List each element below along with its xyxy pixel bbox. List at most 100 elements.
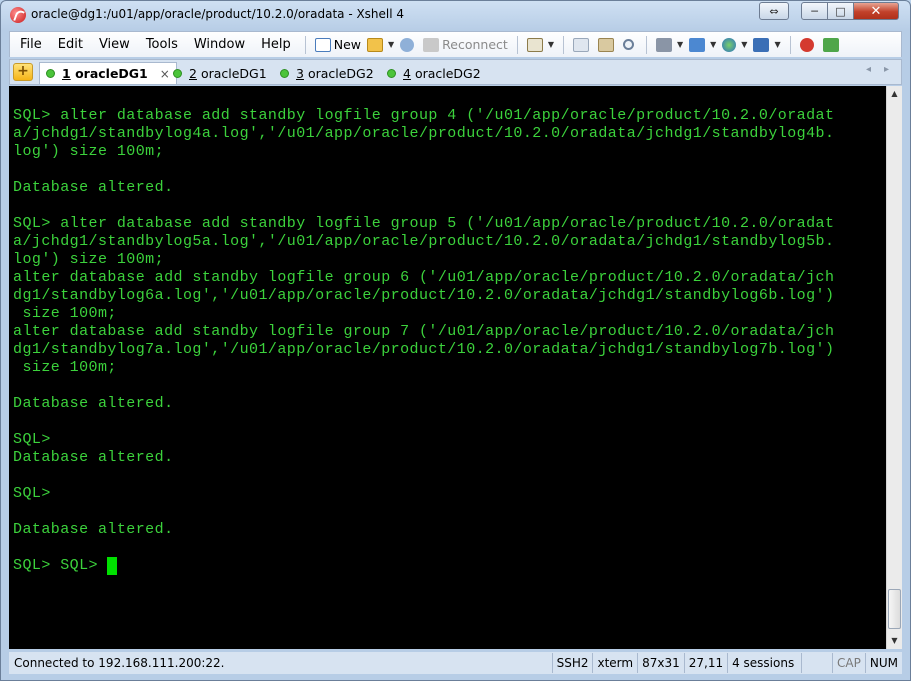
open-folder-button[interactable]: ▼ [364, 34, 397, 56]
terminal-line: dg1/standbylog6a.log','/u01/app/oracle/p… [13, 287, 835, 304]
menu-help[interactable]: Help [253, 33, 299, 57]
terminal-line: SQL> alter database add standby logfile … [13, 107, 835, 124]
scrollbar-thumb[interactable] [888, 589, 901, 629]
xftp-icon [822, 37, 839, 52]
terminal-line: size 100m; [13, 359, 117, 376]
search-icon [622, 39, 634, 50]
terminal-line: Database altered. [13, 179, 174, 196]
font-button[interactable]: ▼ [750, 34, 783, 56]
chevron-down-icon[interactable]: ▼ [774, 40, 780, 49]
tab-scroll-left-icon[interactable]: ◂ [866, 64, 871, 75]
terminal-scrollbar[interactable]: ▲ ▼ [886, 86, 902, 649]
tab-session-1[interactable]: 1 oracleDG1 × [39, 62, 177, 84]
chevron-down-icon[interactable]: ▼ [710, 40, 716, 49]
tab-label: oracleDG1 [200, 65, 267, 81]
tab-scroll-right-icon[interactable]: ▸ [884, 64, 889, 75]
copy-button[interactable] [570, 34, 595, 56]
chevron-down-icon[interactable]: ▼ [677, 40, 683, 49]
folder-icon [367, 37, 384, 52]
add-session-button[interactable]: + [13, 63, 33, 81]
chevron-down-icon[interactable]: ▼ [388, 40, 394, 49]
xftp-button[interactable] [820, 34, 845, 56]
close-button[interactable]: ✕ [853, 2, 899, 20]
tab-number: 2 [189, 65, 197, 81]
printer-icon [655, 37, 672, 52]
link-button[interactable] [397, 34, 420, 56]
paste-icon [597, 37, 614, 52]
xshell-window: oracle@dg1:/u01/app/oracle/product/10.2.… [0, 0, 911, 681]
menu-edit[interactable]: Edit [50, 33, 91, 57]
reconnect-button[interactable]: Reconnect [420, 34, 511, 56]
terminal-line: dg1/standbylog7a.log','/u01/app/oracle/p… [13, 341, 835, 358]
connected-status-icon [280, 68, 289, 78]
new-session-button[interactable]: New [312, 34, 364, 56]
transfer-button[interactable]: ▼ [686, 34, 719, 56]
status-arrows [801, 653, 832, 673]
scroll-down-icon[interactable]: ▼ [887, 633, 902, 649]
font-icon [753, 37, 770, 52]
tab-session-2[interactable]: 2 oracleDG1 [167, 62, 273, 84]
reconnect-icon [423, 37, 440, 52]
tab-session-4[interactable]: 4 oracleDG2 [381, 62, 487, 84]
terminal-line: size 100m; [13, 305, 117, 322]
xshell-logo-icon [799, 37, 814, 52]
toolbar-separator [789, 35, 791, 54]
status-connection: Connected to 192.168.111.200:22. [14, 656, 225, 670]
menu-tools[interactable]: Tools [138, 33, 186, 57]
window-title: oracle@dg1:/u01/app/oracle/product/10.2.… [31, 7, 405, 21]
toolbar-separator [304, 35, 306, 54]
terminal-line: Database altered. [13, 521, 174, 538]
tab-label: oracleDG1 [75, 66, 148, 81]
prompt-text: SQL> SQL> [13, 557, 108, 574]
tab-number: 3 [296, 65, 304, 81]
terminal-line: alter database add standby logfile group… [13, 323, 835, 340]
transfer-icon [689, 37, 706, 52]
scroll-up-icon[interactable]: ▲ [887, 86, 902, 102]
chevron-down-icon[interactable]: ▼ [548, 40, 554, 49]
terminal-line: SQL> alter database add standby logfile … [13, 215, 835, 232]
tab-label: oracleDG2 [414, 65, 481, 81]
menu-window[interactable]: Window [186, 33, 253, 57]
status-terminal-type: xterm [592, 653, 637, 673]
find-button[interactable] [620, 34, 640, 56]
xshell-logo-button[interactable] [797, 34, 820, 56]
globe-icon [722, 37, 737, 52]
terminal-line: SQL> [13, 485, 51, 502]
minimize-button[interactable]: ─ [801, 2, 828, 20]
print-button[interactable]: ▼ [653, 34, 686, 56]
maximize-button[interactable]: □ [827, 2, 854, 20]
session-tab-bar: + 1 oracleDG1 × 2 oracleDG1 3 oracleDG2 … [9, 59, 902, 85]
menu-file[interactable]: File [10, 33, 50, 57]
status-protocol: SSH2 [551, 653, 593, 673]
status-cursor-position: 27,11 [683, 653, 727, 673]
terminal-line: alter database add standby logfile group… [13, 269, 835, 286]
paste-button[interactable] [595, 34, 620, 56]
connected-status-icon [46, 69, 55, 78]
connected-status-icon [387, 68, 396, 78]
title-bar[interactable]: oracle@dg1:/u01/app/oracle/product/10.2.… [1, 1, 910, 29]
tab-session-3[interactable]: 3 oracleDG2 [274, 62, 380, 84]
link-icon [400, 37, 415, 52]
copy-icon [572, 37, 589, 52]
chevron-down-icon[interactable]: ▼ [741, 40, 747, 49]
globe-button[interactable]: ▼ [719, 34, 750, 56]
switch-window-button[interactable]: ⇔ [759, 2, 789, 20]
properties-icon [526, 37, 543, 52]
toolbar-separator [562, 35, 564, 54]
tab-label: oracleDG2 [307, 65, 374, 81]
terminal-line: SQL> [13, 431, 51, 448]
tab-number: 4 [403, 65, 411, 81]
new-label: New [333, 37, 362, 52]
properties-button[interactable]: ▼ [524, 34, 557, 56]
xshell-app-icon[interactable] [10, 7, 26, 23]
status-bar: Connected to 192.168.111.200:22. SSH2 xt… [9, 652, 902, 674]
terminal-line: a/jchdg1/standbylog5a.log','/u01/app/ora… [13, 233, 835, 250]
menu-view[interactable]: View [91, 33, 138, 57]
terminal-area[interactable]: SQL> alter database add standby logfile … [9, 86, 886, 649]
